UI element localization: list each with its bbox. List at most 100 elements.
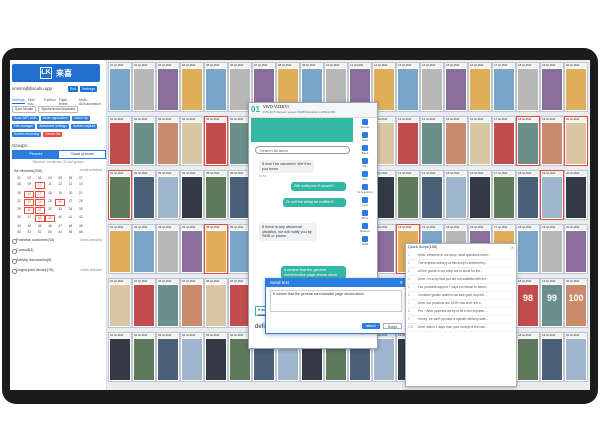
device-number-cell[interactable]: 50 bbox=[14, 230, 24, 235]
side-button-reboot[interactable]: Reboot bbox=[355, 223, 375, 236]
group-potential-customer[interactable]: Potential customer(43) 0units selected bbox=[12, 238, 104, 244]
side-button-vol[interactable]: Vol+ bbox=[355, 158, 375, 171]
device-tile[interactable]: 18 HUAW bbox=[516, 116, 540, 166]
device-tile[interactable]: 19 HUAW bbox=[540, 224, 564, 274]
device-number-cell[interactable]: 30 bbox=[24, 207, 35, 215]
search-input[interactable]: Search Amazon bbox=[255, 146, 350, 154]
device-number-cell[interactable]: 14 bbox=[76, 182, 86, 187]
device-number-cell[interactable]: 53 bbox=[45, 230, 55, 235]
attach-button[interactable]: attach bbox=[362, 323, 380, 329]
device-number-cell[interactable]: 18 bbox=[45, 191, 55, 196]
quick-script-row[interactable]: 7 Dear, our products are 100% real shot, … bbox=[408, 300, 512, 308]
device-tile[interactable]: 20 HUAW 100 bbox=[564, 278, 588, 328]
side-button-screenshot[interactable]: Screenshot bbox=[355, 184, 375, 197]
device-number-cell[interactable]: 47 bbox=[55, 224, 65, 229]
group-activity[interactable]: Activity discussion(8) bbox=[12, 258, 104, 264]
device-number-cell[interactable]: 49 bbox=[76, 224, 86, 229]
device-number-cell[interactable]: 27 bbox=[65, 199, 75, 204]
device-number-cell[interactable]: 13 bbox=[65, 182, 75, 187]
device-number-cell[interactable]: 09 bbox=[24, 182, 34, 187]
device-number-cell[interactable]: 41 bbox=[65, 215, 75, 220]
close-icon[interactable]: ✕ bbox=[511, 245, 514, 250]
device-number-cell[interactable]: 31 bbox=[34, 207, 45, 215]
scan-wifi-button[interactable]: Scan WiFi ADB bbox=[12, 116, 39, 121]
device-number-cell[interactable]: 22 bbox=[14, 199, 24, 204]
device-number-cell[interactable]: 46 bbox=[45, 224, 55, 229]
quick-script-row[interactable]: 2 The express delivery of this shop is se… bbox=[408, 260, 512, 268]
device-tile[interactable]: 01 HUAW bbox=[108, 62, 132, 112]
device-number-cell[interactable]: 55 bbox=[65, 230, 75, 235]
settings-button[interactable]: Settings bbox=[80, 86, 97, 92]
device-tile[interactable]: 02 HUAW bbox=[132, 170, 156, 220]
device-number-cell[interactable]: 28 bbox=[76, 199, 86, 204]
device-number-cell[interactable]: 40 bbox=[55, 215, 65, 220]
device-tile[interactable]: 14 HUAW bbox=[420, 170, 444, 220]
device-tile[interactable]: 02 HUAW bbox=[132, 278, 156, 328]
device-tile[interactable]: 20 HUAW bbox=[564, 62, 588, 112]
device-number-cell[interactable]: 45 bbox=[35, 224, 45, 229]
device-tile[interactable]: 02 HUAW bbox=[132, 224, 156, 274]
device-number-cell[interactable]: 02 bbox=[24, 176, 34, 181]
device-number-cell[interactable]: 48 bbox=[65, 224, 75, 229]
tab-phones[interactable]: Phones bbox=[13, 151, 59, 158]
exit-button[interactable]: Exit bbox=[68, 86, 78, 92]
device-tile[interactable]: 13 HUAW bbox=[396, 62, 420, 112]
quick-script-row[interactable]: 100 Dear, within 7 days from your receipt… bbox=[408, 324, 512, 332]
device-number-cell[interactable]: 06 bbox=[65, 176, 75, 181]
device-tile[interactable]: 04 HUAW bbox=[180, 116, 204, 166]
group-consult[interactable]: Consult(3) bbox=[12, 248, 104, 254]
device-tile[interactable]: 02 HUAW bbox=[132, 116, 156, 166]
quick-script-row[interactable]: 4 Dear, I'm sorry that you are not satisf… bbox=[408, 276, 512, 284]
device-tile[interactable]: 02 HUAW bbox=[132, 332, 156, 382]
device-tile[interactable]: 03 HUAW bbox=[156, 170, 180, 220]
device-tile[interactable]: 13 HUAW bbox=[396, 170, 420, 220]
device-tile[interactable]: 19 HUAW bbox=[540, 62, 564, 112]
device-number-cell[interactable]: 15 bbox=[14, 191, 24, 196]
quick-script-row[interactable]: 9 Honey, we can't promise a specific deli… bbox=[408, 316, 512, 324]
device-tile[interactable]: 19 HUAW bbox=[540, 332, 564, 382]
device-tile[interactable]: 01 HUAW bbox=[108, 116, 132, 166]
device-tile[interactable]: 17 HUAW bbox=[492, 116, 516, 166]
device-tile[interactable]: 05 HUAW bbox=[204, 116, 228, 166]
device-tile[interactable]: 20 HUAW bbox=[564, 224, 588, 274]
device-number-cell[interactable]: 10 bbox=[34, 182, 45, 190]
device-number-cell[interactable]: 33 bbox=[55, 207, 65, 212]
device-tile[interactable]: 15 HUAW bbox=[444, 62, 468, 112]
device-number-cell[interactable]: 04 bbox=[45, 176, 55, 181]
device-tile[interactable]: 16 HUAW bbox=[468, 62, 492, 112]
device-number-cell[interactable]: 05 bbox=[55, 176, 65, 181]
device-number-cell[interactable]: 56 bbox=[76, 230, 86, 235]
tab-settings[interactable]: Settings bbox=[12, 98, 25, 104]
device-tile[interactable]: 02 HUAW bbox=[132, 62, 156, 112]
device-tile[interactable]: 15 HUAW bbox=[444, 116, 468, 166]
file-manager-button[interactable]: File manager bbox=[12, 124, 36, 129]
tab-task[interactable]: Task ma... bbox=[28, 98, 41, 106]
device-tile[interactable]: 03 HUAW bbox=[156, 278, 180, 328]
device-number-cell[interactable]: 03 bbox=[35, 176, 45, 181]
device-tile[interactable]: 18 HUAW 98 bbox=[516, 278, 540, 328]
device-number-cell[interactable]: 11 bbox=[45, 182, 55, 187]
device-tile[interactable]: 05 HUAW bbox=[204, 170, 228, 220]
tab-toolbox[interactable]: Toolbox bbox=[44, 98, 56, 104]
device-number-cell[interactable]: 08 bbox=[14, 182, 24, 187]
device-number-cell[interactable]: 35 bbox=[76, 207, 86, 212]
device-tile[interactable]: 19 HUAW bbox=[540, 116, 564, 166]
device-tile[interactable]: 03 HUAW bbox=[156, 332, 180, 382]
device-tile[interactable]: 03 HUAW bbox=[156, 224, 180, 274]
device-tile[interactable]: 15 HUAW bbox=[444, 170, 468, 220]
device-number-cell[interactable]: 43 bbox=[14, 224, 24, 229]
device-number-cell[interactable]: 19 bbox=[55, 191, 65, 196]
device-tile[interactable]: 01 HUAW bbox=[108, 224, 132, 274]
close-icon[interactable]: ✕ bbox=[399, 279, 403, 287]
device-tile[interactable]: 17 HUAW bbox=[492, 170, 516, 220]
quick-script-row[interactable]: 3 All the goods in our shop are in stock … bbox=[408, 268, 512, 276]
device-tile[interactable]: 04 HUAW bbox=[180, 170, 204, 220]
device-tile[interactable]: 01 HUAW bbox=[108, 332, 132, 382]
device-number-cell[interactable]: 25 bbox=[45, 199, 55, 204]
device-number-cell[interactable]: 34 bbox=[65, 207, 75, 212]
side-button-vol[interactable]: Vol- bbox=[355, 171, 375, 184]
device-tile[interactable]: 20 HUAW bbox=[564, 332, 588, 382]
device-tile[interactable]: 18 HUAW bbox=[516, 332, 540, 382]
device-number-cell[interactable]: 38 bbox=[34, 215, 45, 223]
device-number-cell[interactable]: 26 bbox=[55, 198, 66, 206]
